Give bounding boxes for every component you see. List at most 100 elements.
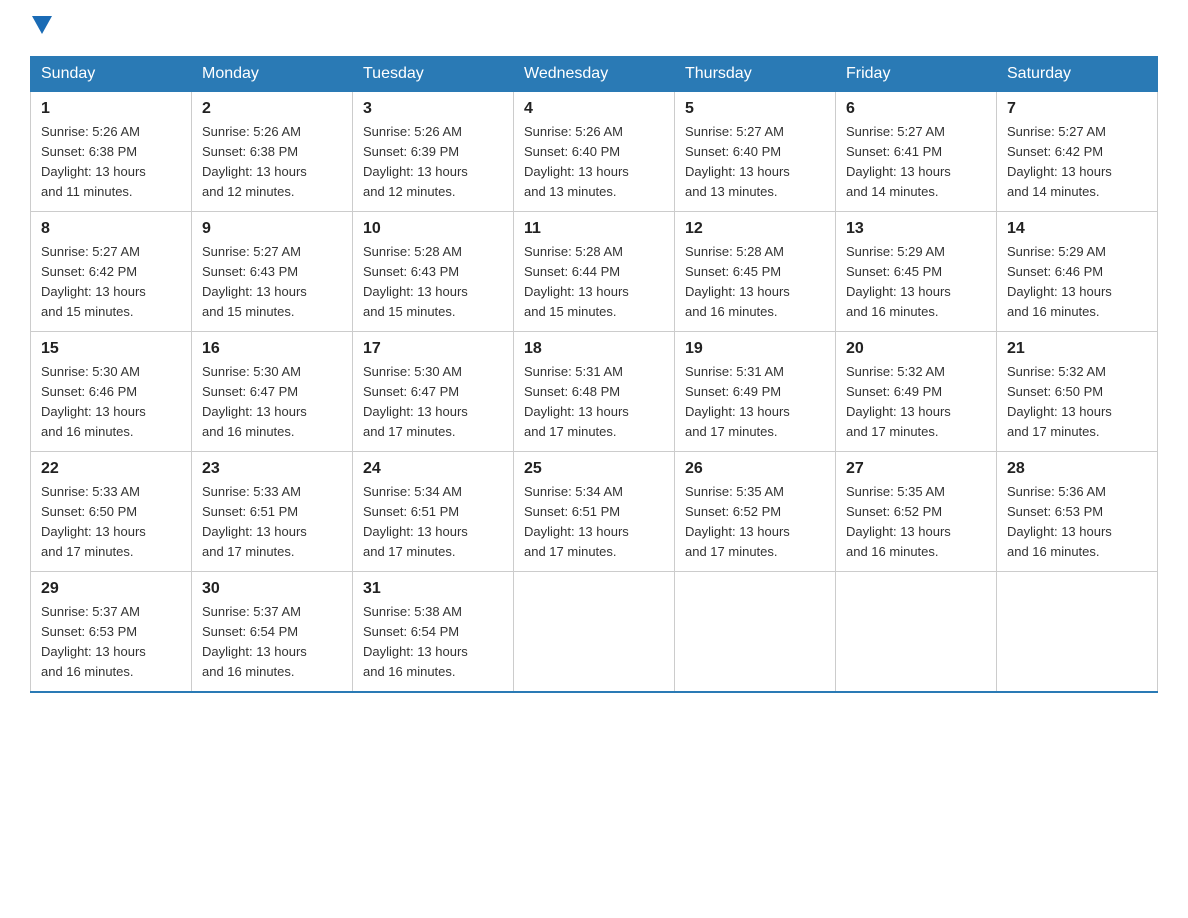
day-number: 8 — [41, 220, 181, 238]
table-row: 1 Sunrise: 5:26 AMSunset: 6:38 PMDaylight… — [31, 92, 192, 212]
table-row: 3 Sunrise: 5:26 AMSunset: 6:39 PMDaylight… — [353, 92, 514, 212]
col-saturday: Saturday — [997, 57, 1158, 92]
calendar-week-row: 1 Sunrise: 5:26 AMSunset: 6:38 PMDaylight… — [31, 92, 1158, 212]
day-number: 1 — [41, 100, 181, 118]
calendar-week-row: 22Sunrise: 5:33 AMSunset: 6:50 PMDayligh… — [31, 452, 1158, 572]
day-number: 18 — [524, 340, 664, 358]
day-info: Sunrise: 5:35 AMSunset: 6:52 PMDaylight:… — [846, 482, 986, 563]
day-number: 15 — [41, 340, 181, 358]
table-row: 19Sunrise: 5:31 AMSunset: 6:49 PMDayligh… — [675, 332, 836, 452]
table-row: 27Sunrise: 5:35 AMSunset: 6:52 PMDayligh… — [836, 452, 997, 572]
day-info: Sunrise: 5:28 AMSunset: 6:43 PMDaylight:… — [363, 242, 503, 323]
day-number: 4 — [524, 100, 664, 118]
day-number: 9 — [202, 220, 342, 238]
day-info: Sunrise: 5:38 AMSunset: 6:54 PMDaylight:… — [363, 602, 503, 683]
day-info: Sunrise: 5:27 AMSunset: 6:40 PMDaylight:… — [685, 122, 825, 203]
day-info: Sunrise: 5:27 AMSunset: 6:42 PMDaylight:… — [41, 242, 181, 323]
day-info: Sunrise: 5:31 AMSunset: 6:49 PMDaylight:… — [685, 362, 825, 443]
col-wednesday: Wednesday — [514, 57, 675, 92]
table-row: 2 Sunrise: 5:26 AMSunset: 6:38 PMDaylight… — [192, 92, 353, 212]
table-row: 5 Sunrise: 5:27 AMSunset: 6:40 PMDaylight… — [675, 92, 836, 212]
table-row: 23Sunrise: 5:33 AMSunset: 6:51 PMDayligh… — [192, 452, 353, 572]
logo-triangle-icon — [32, 16, 52, 34]
col-monday: Monday — [192, 57, 353, 92]
table-row: 20 Sunrise: 5:32 AMSunset: 6:49 PMDayligh… — [836, 332, 997, 452]
table-row — [514, 572, 675, 692]
day-info: Sunrise: 5:29 AMSunset: 6:46 PMDaylight:… — [1007, 242, 1147, 323]
table-row: 9 Sunrise: 5:27 AMSunset: 6:43 PMDaylight… — [192, 212, 353, 332]
table-row: 31 Sunrise: 5:38 AMSunset: 6:54 PMDayligh… — [353, 572, 514, 692]
table-row: 17 Sunrise: 5:30 AMSunset: 6:47 PMDayligh… — [353, 332, 514, 452]
day-number: 17 — [363, 340, 503, 358]
day-number: 2 — [202, 100, 342, 118]
calendar-week-row: 15 Sunrise: 5:30 AMSunset: 6:46 PMDayligh… — [31, 332, 1158, 452]
day-info: Sunrise: 5:26 AMSunset: 6:38 PMDaylight:… — [202, 122, 342, 203]
day-number: 21 — [1007, 340, 1147, 358]
day-info: Sunrise: 5:26 AMSunset: 6:38 PMDaylight:… — [41, 122, 181, 203]
table-row: 12 Sunrise: 5:28 AMSunset: 6:45 PMDayligh… — [675, 212, 836, 332]
day-info: Sunrise: 5:33 AMSunset: 6:51 PMDaylight:… — [202, 482, 342, 563]
day-number: 10 — [363, 220, 503, 238]
col-friday: Friday — [836, 57, 997, 92]
table-row: 24Sunrise: 5:34 AMSunset: 6:51 PMDayligh… — [353, 452, 514, 572]
day-info: Sunrise: 5:27 AMSunset: 6:43 PMDaylight:… — [202, 242, 342, 323]
table-row: 6Sunrise: 5:27 AMSunset: 6:41 PMDaylight… — [836, 92, 997, 212]
day-number: 12 — [685, 220, 825, 238]
day-info: Sunrise: 5:37 AMSunset: 6:53 PMDaylight:… — [41, 602, 181, 683]
day-number: 20 — [846, 340, 986, 358]
day-number: 13 — [846, 220, 986, 238]
day-info: Sunrise: 5:34 AMSunset: 6:51 PMDaylight:… — [363, 482, 503, 563]
table-row: 29 Sunrise: 5:37 AMSunset: 6:53 PMDayligh… — [31, 572, 192, 692]
day-number: 29 — [41, 580, 181, 598]
table-row: 25 Sunrise: 5:34 AMSunset: 6:51 PMDayligh… — [514, 452, 675, 572]
day-info: Sunrise: 5:30 AMSunset: 6:47 PMDaylight:… — [202, 362, 342, 443]
calendar-table: Sunday Monday Tuesday Wednesday Thursday… — [30, 56, 1158, 693]
table-row — [675, 572, 836, 692]
day-info: Sunrise: 5:29 AMSunset: 6:45 PMDaylight:… — [846, 242, 986, 323]
calendar-week-row: 29 Sunrise: 5:37 AMSunset: 6:53 PMDayligh… — [31, 572, 1158, 692]
day-info: Sunrise: 5:28 AMSunset: 6:45 PMDaylight:… — [685, 242, 825, 323]
table-row — [997, 572, 1158, 692]
table-row: 15 Sunrise: 5:30 AMSunset: 6:46 PMDayligh… — [31, 332, 192, 452]
day-info: Sunrise: 5:32 AMSunset: 6:49 PMDaylight:… — [846, 362, 986, 443]
table-row: 8 Sunrise: 5:27 AMSunset: 6:42 PMDaylight… — [31, 212, 192, 332]
col-thursday: Thursday — [675, 57, 836, 92]
day-number: 11 — [524, 220, 664, 238]
day-info: Sunrise: 5:36 AMSunset: 6:53 PMDaylight:… — [1007, 482, 1147, 563]
day-number: 5 — [685, 100, 825, 118]
page-header — [30, 20, 1158, 38]
col-sunday: Sunday — [31, 57, 192, 92]
day-info: Sunrise: 5:27 AMSunset: 6:42 PMDaylight:… — [1007, 122, 1147, 203]
day-info: Sunrise: 5:26 AMSunset: 6:39 PMDaylight:… — [363, 122, 503, 203]
day-number: 14 — [1007, 220, 1147, 238]
day-info: Sunrise: 5:32 AMSunset: 6:50 PMDaylight:… — [1007, 362, 1147, 443]
table-row: 30Sunrise: 5:37 AMSunset: 6:54 PMDayligh… — [192, 572, 353, 692]
table-row: 26Sunrise: 5:35 AMSunset: 6:52 PMDayligh… — [675, 452, 836, 572]
table-row: 28 Sunrise: 5:36 AMSunset: 6:53 PMDayligh… — [997, 452, 1158, 572]
day-number: 26 — [685, 460, 825, 478]
day-info: Sunrise: 5:28 AMSunset: 6:44 PMDaylight:… — [524, 242, 664, 323]
table-row: 18Sunrise: 5:31 AMSunset: 6:48 PMDayligh… — [514, 332, 675, 452]
logo — [30, 20, 52, 38]
table-row: 14 Sunrise: 5:29 AMSunset: 6:46 PMDayligh… — [997, 212, 1158, 332]
day-info: Sunrise: 5:30 AMSunset: 6:47 PMDaylight:… — [363, 362, 503, 443]
table-row: 16 Sunrise: 5:30 AMSunset: 6:47 PMDayligh… — [192, 332, 353, 452]
day-info: Sunrise: 5:34 AMSunset: 6:51 PMDaylight:… — [524, 482, 664, 563]
table-row: 11 Sunrise: 5:28 AMSunset: 6:44 PMDayligh… — [514, 212, 675, 332]
col-tuesday: Tuesday — [353, 57, 514, 92]
day-info: Sunrise: 5:33 AMSunset: 6:50 PMDaylight:… — [41, 482, 181, 563]
table-row: 22Sunrise: 5:33 AMSunset: 6:50 PMDayligh… — [31, 452, 192, 572]
day-number: 7 — [1007, 100, 1147, 118]
day-info: Sunrise: 5:30 AMSunset: 6:46 PMDaylight:… — [41, 362, 181, 443]
table-row: 4Sunrise: 5:26 AMSunset: 6:40 PMDaylight… — [514, 92, 675, 212]
table-row: 10 Sunrise: 5:28 AMSunset: 6:43 PMDayligh… — [353, 212, 514, 332]
table-row: 21 Sunrise: 5:32 AMSunset: 6:50 PMDayligh… — [997, 332, 1158, 452]
calendar-week-row: 8 Sunrise: 5:27 AMSunset: 6:42 PMDaylight… — [31, 212, 1158, 332]
day-number: 31 — [363, 580, 503, 598]
day-number: 16 — [202, 340, 342, 358]
day-number: 28 — [1007, 460, 1147, 478]
day-number: 3 — [363, 100, 503, 118]
table-row: 13 Sunrise: 5:29 AMSunset: 6:45 PMDayligh… — [836, 212, 997, 332]
day-info: Sunrise: 5:37 AMSunset: 6:54 PMDaylight:… — [202, 602, 342, 683]
day-number: 25 — [524, 460, 664, 478]
